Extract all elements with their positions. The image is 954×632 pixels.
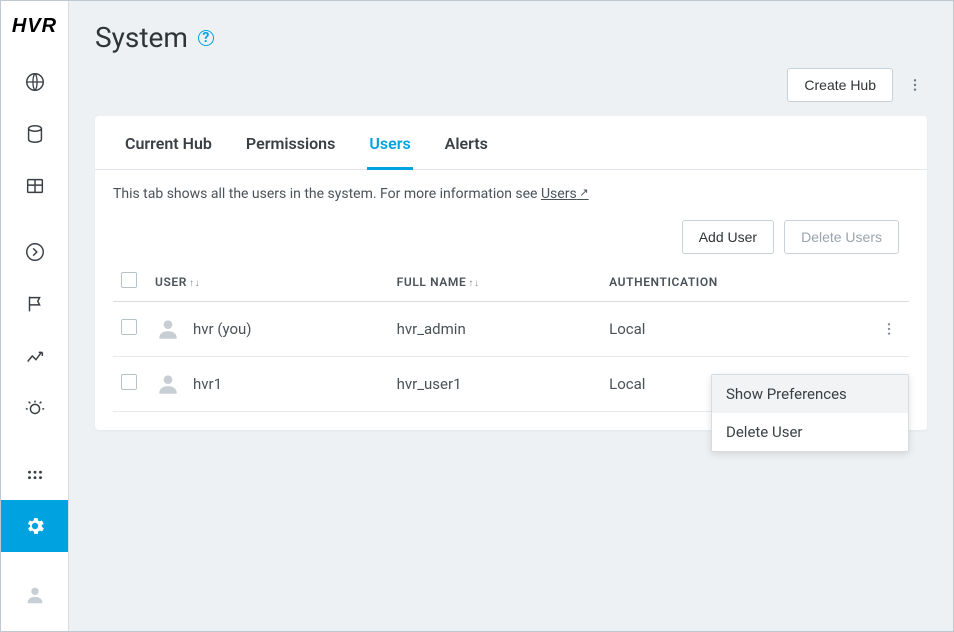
sidebar-nav [1, 56, 68, 552]
brand-logo: HVR [12, 1, 57, 56]
page-title: System [95, 21, 188, 54]
nav-database[interactable] [1, 108, 68, 160]
external-link-icon: ↗ [577, 186, 589, 199]
col-fullname[interactable]: FULL NAME↑↓ [389, 262, 601, 302]
user-name: hvr1 [193, 375, 222, 393]
arrow-circle-icon [24, 241, 46, 263]
users-doc-link[interactable]: Users ↗ [541, 186, 589, 202]
bug-icon [24, 397, 46, 419]
user-icon [24, 584, 46, 606]
user-auth: Local [601, 302, 869, 357]
tab-current-hub[interactable]: Current Hub [123, 134, 214, 170]
row-checkbox[interactable] [121, 374, 137, 390]
row-checkbox[interactable] [121, 319, 137, 335]
menu-delete-user[interactable]: Delete User [712, 413, 908, 451]
nav-more[interactable] [1, 448, 68, 500]
tab-description: This tab shows all the users in the syst… [95, 170, 927, 202]
avatar-icon [155, 316, 181, 342]
row-kebab[interactable] [877, 317, 901, 341]
select-all-checkbox[interactable] [121, 272, 137, 288]
tab-alerts[interactable]: Alerts [443, 134, 490, 170]
kebab-icon [881, 321, 897, 337]
col-user[interactable]: USER↑↓ [147, 262, 389, 302]
row-context-menu: Show Preferences Delete User [711, 374, 909, 452]
chart-line-icon [24, 345, 46, 367]
add-user-button[interactable]: Add User [682, 220, 774, 254]
page-kebab[interactable] [903, 73, 927, 97]
tab-users[interactable]: Users [367, 134, 412, 170]
avatar-icon [155, 371, 181, 397]
main-content: System ? Create Hub Current Hub Permissi… [69, 1, 953, 631]
user-fullname: hvr_user1 [389, 357, 601, 412]
help-icon[interactable]: ? [198, 30, 214, 46]
gear-icon [24, 515, 46, 537]
user-name: hvr (you) [193, 320, 252, 338]
database-icon [24, 123, 46, 145]
grid-icon [24, 175, 46, 197]
col-auth[interactable]: AUTHENTICATION [601, 262, 869, 302]
tabs: Current Hub Permissions Users Alerts [95, 116, 927, 170]
table-row: hvr (you) hvr_admin Local [113, 302, 909, 357]
kebab-icon [907, 77, 923, 93]
sort-icon: ↑↓ [468, 278, 479, 289]
nav-table[interactable] [1, 160, 68, 212]
nav-flag[interactable] [1, 278, 68, 330]
nav-account[interactable] [1, 569, 68, 621]
dots-grid-icon [24, 463, 46, 485]
user-fullname: hvr_admin [389, 302, 601, 357]
menu-show-preferences[interactable]: Show Preferences [712, 375, 908, 413]
globe-icon [24, 71, 46, 93]
flag-icon [24, 293, 46, 315]
sidebar: HVR [1, 1, 69, 631]
users-card: Current Hub Permissions Users Alerts Thi… [95, 116, 927, 430]
nav-stats[interactable] [1, 330, 68, 382]
create-hub-button[interactable]: Create Hub [787, 68, 893, 102]
tab-permissions[interactable]: Permissions [244, 134, 337, 170]
nav-settings[interactable] [1, 500, 68, 552]
desc-text: This tab shows all the users in the syst… [113, 186, 541, 202]
nav-dashboard[interactable] [1, 56, 68, 108]
sort-icon: ↑↓ [189, 278, 200, 289]
nav-target[interactable] [1, 382, 68, 434]
nav-flow[interactable] [1, 226, 68, 278]
delete-users-button[interactable]: Delete Users [784, 220, 899, 254]
